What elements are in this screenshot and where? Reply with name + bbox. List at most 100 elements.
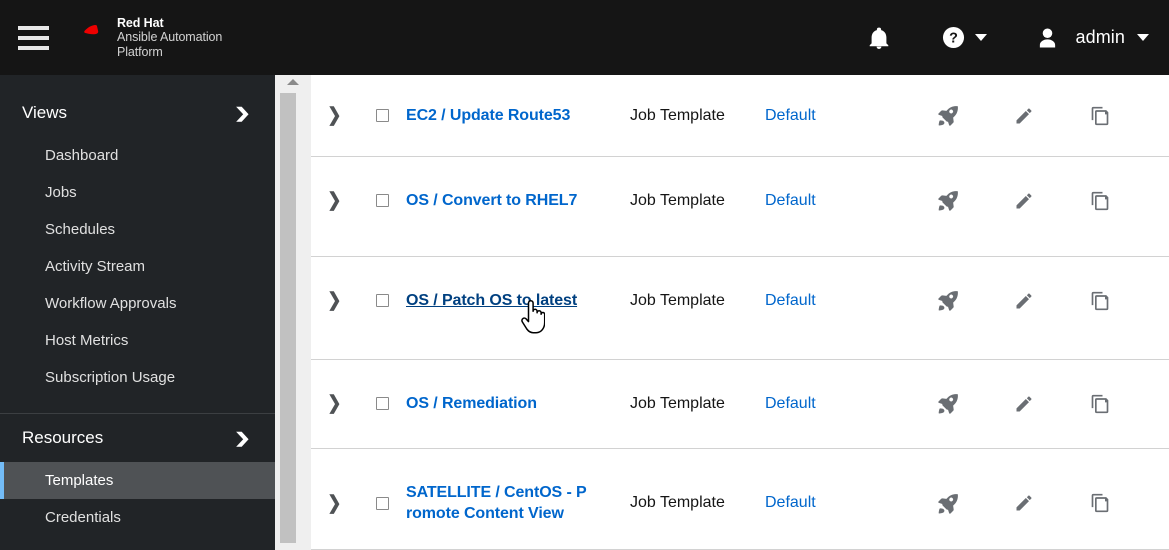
row-copy-action[interactable] xyxy=(1062,105,1138,126)
row-checkbox[interactable] xyxy=(375,397,389,411)
copy-icon[interactable] xyxy=(1090,493,1110,513)
templates-list: ❯ EC2 / Update Route53 Job Template Defa… xyxy=(311,75,1169,550)
row-launch-action[interactable] xyxy=(910,482,986,525)
rocket-icon[interactable] xyxy=(937,105,959,126)
row-launch-action[interactable] xyxy=(910,393,986,414)
scrollbar-thumb[interactable] xyxy=(280,93,296,543)
template-name-link[interactable]: OS / Patch OS to latest xyxy=(406,290,577,311)
row-expand-toggle[interactable]: ❯ xyxy=(311,393,358,414)
table-row[interactable]: ❯ EC2 / Update Route53 Job Template Defa… xyxy=(311,75,1169,157)
rocket-icon[interactable] xyxy=(937,290,959,311)
copy-icon[interactable] xyxy=(1090,191,1110,211)
table-row[interactable]: ❯ OS / Patch OS to latest Job Template D… xyxy=(311,257,1169,360)
rocket-icon[interactable] xyxy=(937,190,959,211)
row-checkbox[interactable] xyxy=(375,109,389,123)
row-name-cell: OS / Remediation xyxy=(406,393,630,414)
row-copy-action[interactable] xyxy=(1062,482,1138,525)
organization-link[interactable]: Default xyxy=(765,395,816,413)
bell-icon xyxy=(870,27,889,49)
row-checkbox-cell[interactable] xyxy=(358,190,406,211)
row-type-cell: Job Template xyxy=(630,394,725,412)
row-edit-action[interactable] xyxy=(986,482,1062,525)
notifications-button[interactable] xyxy=(859,18,899,58)
pencil-icon[interactable] xyxy=(1014,191,1034,211)
row-edit-action[interactable] xyxy=(986,190,1062,211)
chevron-right-icon[interactable]: ❯ xyxy=(328,106,342,125)
help-chevron-down-icon[interactable] xyxy=(975,34,988,41)
organization-link[interactable]: Default xyxy=(765,292,816,310)
copy-icon[interactable] xyxy=(1090,291,1110,311)
organization-link[interactable]: Default xyxy=(765,494,816,512)
row-launch-action[interactable] xyxy=(910,190,986,211)
table-row[interactable]: ❯ OS / Convert to RHEL7 Job Template Def… xyxy=(311,157,1169,257)
sidebar-item-label: Schedules xyxy=(45,221,116,238)
brand-logo[interactable]: Red Hat Ansible Automation Platform xyxy=(76,16,222,60)
chevron-down-icon[interactable]: ❯ xyxy=(234,431,251,445)
sidebar-scrollbar[interactable] xyxy=(275,75,311,550)
sidebar-item-subscription-usage[interactable]: Subscription Usage xyxy=(0,359,275,396)
sidebar-item-dashboard[interactable]: Dashboard xyxy=(0,137,275,174)
sidebar-item-templates[interactable]: Templates xyxy=(0,462,275,499)
chevron-right-icon[interactable]: ❯ xyxy=(328,291,342,310)
hamburger-menu-icon[interactable] xyxy=(18,23,52,53)
user-chevron-down-icon[interactable] xyxy=(1137,34,1149,41)
sidebar-navigation: Views ❯ Dashboard Jobs Schedules Activit… xyxy=(0,75,275,550)
template-name-link[interactable]: OS / Remediation xyxy=(406,393,537,414)
user-menu[interactable]: admin xyxy=(1027,18,1155,58)
template-name-link[interactable]: OS / Convert to RHEL7 xyxy=(406,190,577,211)
sidebar-item-host-metrics[interactable]: Host Metrics xyxy=(0,322,275,359)
help-button[interactable]: ? xyxy=(933,18,973,58)
table-row[interactable]: ❯ OS / Remediation Job Template Default xyxy=(311,360,1169,449)
chevron-down-icon[interactable]: ❯ xyxy=(234,106,251,120)
row-edit-action[interactable] xyxy=(986,290,1062,311)
sidebar-item-schedules[interactable]: Schedules xyxy=(0,211,275,248)
row-copy-action[interactable] xyxy=(1062,190,1138,211)
sidebar-item-activity-stream[interactable]: Activity Stream xyxy=(0,248,275,285)
caret-up-icon[interactable] xyxy=(287,79,299,85)
chevron-right-icon[interactable]: ❯ xyxy=(328,494,342,513)
organization-link[interactable]: Default xyxy=(765,192,816,210)
row-edit-action[interactable] xyxy=(986,105,1062,126)
brand-line-platform: Platform xyxy=(117,44,163,59)
row-checkbox-cell[interactable] xyxy=(358,105,406,126)
row-expand-toggle[interactable]: ❯ xyxy=(311,482,358,525)
row-copy-action[interactable] xyxy=(1062,393,1138,414)
template-name-link[interactable]: EC2 / Update Route53 xyxy=(406,105,570,126)
rocket-icon[interactable] xyxy=(937,493,959,514)
row-expand-toggle[interactable]: ❯ xyxy=(311,190,358,211)
row-expand-toggle[interactable]: ❯ xyxy=(311,105,358,126)
row-copy-action[interactable] xyxy=(1062,290,1138,311)
pencil-icon[interactable] xyxy=(1014,106,1034,126)
copy-icon[interactable] xyxy=(1090,394,1110,414)
row-launch-action[interactable] xyxy=(910,105,986,126)
template-name-link[interactable]: SATELLITE / CentOS - Promote Content Vie… xyxy=(406,482,592,525)
organization-link[interactable]: Default xyxy=(765,107,816,125)
row-launch-action[interactable] xyxy=(910,290,986,311)
ansible-automation-platform-window: Red Hat Ansible Automation Platform ? ad… xyxy=(0,0,1169,550)
row-checkbox[interactable] xyxy=(375,194,389,208)
sidebar-item-workflow-approvals[interactable]: Workflow Approvals xyxy=(0,285,275,322)
row-checkbox-cell[interactable] xyxy=(358,482,406,525)
chevron-right-icon[interactable]: ❯ xyxy=(328,394,342,413)
row-edit-action[interactable] xyxy=(986,393,1062,414)
pencil-icon[interactable] xyxy=(1014,291,1034,311)
pencil-icon[interactable] xyxy=(1014,493,1034,513)
sidebar-item-jobs[interactable]: Jobs xyxy=(0,174,275,211)
pencil-icon[interactable] xyxy=(1014,394,1034,414)
row-organization-cell: Default xyxy=(765,105,910,126)
row-checkbox[interactable] xyxy=(375,294,389,308)
row-checkbox-cell[interactable] xyxy=(358,393,406,414)
sidebar-section-views[interactable]: Views ❯ xyxy=(0,89,275,137)
help-menu[interactable]: ? xyxy=(933,18,993,58)
copy-icon[interactable] xyxy=(1090,106,1110,126)
avatar[interactable] xyxy=(1027,18,1067,58)
sidebar-section-resources[interactable]: Resources ❯ xyxy=(0,414,275,462)
row-checkbox-cell[interactable] xyxy=(358,290,406,311)
chevron-right-icon[interactable]: ❯ xyxy=(328,191,342,210)
table-row[interactable]: ❯ SATELLITE / CentOS - Promote Content V… xyxy=(311,449,1169,550)
row-expand-toggle[interactable]: ❯ xyxy=(311,290,358,311)
row-checkbox[interactable] xyxy=(375,496,389,510)
rocket-icon[interactable] xyxy=(937,393,959,414)
sidebar-item-credentials[interactable]: Credentials xyxy=(0,499,275,536)
